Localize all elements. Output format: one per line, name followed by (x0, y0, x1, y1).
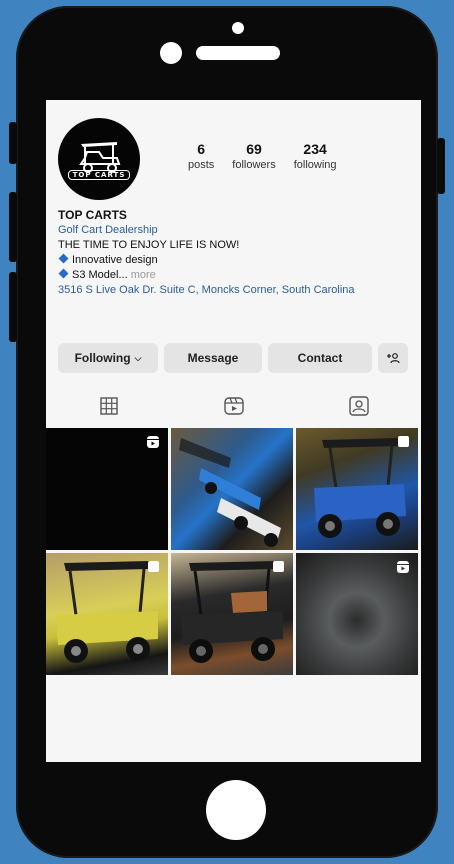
profile-name: TOP CARTS (58, 208, 127, 222)
reels-icon (223, 397, 244, 415)
front-camera (160, 42, 182, 64)
grid-icon (99, 397, 118, 415)
profile-actions: Following ⌵ Message Contact (58, 343, 408, 373)
instagram-profile-screen: TOP CARTS 6 posts 69 followers 234 follo… (46, 100, 421, 762)
profile-header: TOP CARTS 6 posts 69 followers 234 follo… (58, 118, 408, 200)
stat-posts[interactable]: 6 posts (188, 140, 214, 172)
profile-stats: 6 posts 69 followers 234 following (188, 140, 337, 172)
avatar-logo-text: TOP CARTS (67, 170, 131, 180)
volume-up-button (9, 192, 17, 262)
post-grid (46, 428, 421, 676)
stat-label: followers (232, 159, 276, 171)
bio-line-1: Innovative design (58, 253, 413, 268)
avatar[interactable]: TOP CARTS (58, 118, 140, 200)
profile-tagline: THE TIME TO ENJOY LIFE IS NOW! (58, 239, 240, 251)
message-button[interactable]: Message (164, 343, 262, 373)
following-label: Following (74, 351, 131, 365)
tab-tagged[interactable] (296, 394, 421, 418)
add-person-button[interactable] (378, 343, 408, 373)
tab-grid[interactable] (46, 394, 171, 418)
tab-reels[interactable] (171, 394, 296, 418)
profile-category[interactable]: Golf Cart Dealership (58, 223, 413, 238)
more-link[interactable]: more (128, 269, 156, 281)
multi-post-icon (398, 436, 409, 447)
front-sensor (232, 22, 244, 34)
mute-switch (9, 122, 17, 164)
multi-post-icon (148, 561, 159, 572)
blue-diamond-icon (58, 253, 69, 264)
golf-cart-row-image (179, 438, 281, 547)
profile-tabs (46, 394, 421, 418)
stat-label: posts (188, 159, 215, 171)
reel-icon (397, 561, 409, 573)
post-thumbnail[interactable] (46, 428, 168, 550)
stat-value: 234 (303, 141, 327, 157)
following-button[interactable]: Following ⌵ (58, 343, 158, 373)
post-thumbnail[interactable] (46, 553, 168, 675)
volume-down-button (9, 272, 17, 342)
stat-value: 6 (197, 141, 206, 157)
bio-line-2: S3 Model... more (58, 268, 413, 283)
stat-followers[interactable]: 69 followers (232, 140, 275, 172)
bio-bullet-text: S3 Model... (72, 269, 128, 281)
stat-following[interactable]: 234 following (294, 140, 337, 172)
earpiece-speaker (196, 46, 280, 60)
bio-bullet-text: Innovative design (72, 254, 158, 266)
chevron-down-icon: ⌵ (134, 352, 142, 363)
add-person-icon (387, 353, 400, 364)
post-thumbnail[interactable] (171, 428, 293, 550)
reel-icon (147, 436, 159, 448)
stat-value: 69 (246, 141, 262, 157)
power-button (437, 138, 445, 194)
contact-button[interactable]: Contact (268, 343, 372, 373)
post-thumbnail[interactable] (296, 553, 418, 675)
profile-bio: TOP CARTS Golf Cart Dealership THE TIME … (58, 208, 413, 298)
golf-cart-logo-icon (79, 142, 121, 173)
post-thumbnail[interactable] (296, 428, 418, 550)
home-button[interactable] (206, 780, 266, 840)
tagged-icon (348, 396, 369, 416)
blue-diamond-icon (58, 268, 69, 279)
multi-post-icon (273, 561, 284, 572)
stat-label: following (293, 159, 337, 171)
profile-address[interactable]: 3516 S Live Oak Dr. Suite C, Moncks Corn… (58, 283, 413, 298)
post-thumbnail[interactable] (171, 553, 293, 675)
